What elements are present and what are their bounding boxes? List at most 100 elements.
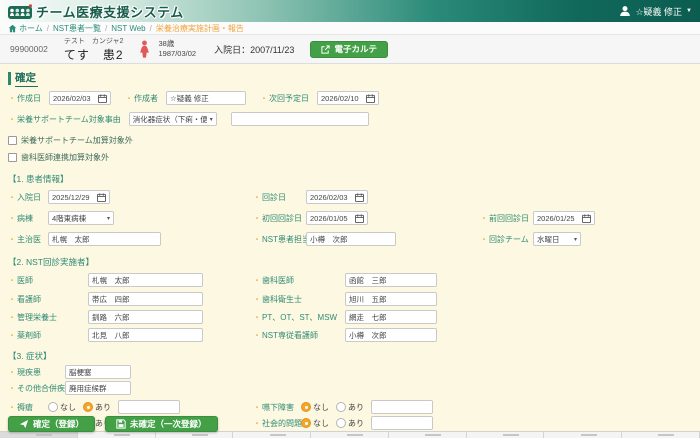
pharmacist-label: ・薬剤師 xyxy=(8,330,88,341)
current-disease-row: ・現疾患 脳梗塞 xyxy=(8,365,692,379)
nst-staff-label: ・NST患者担当者 xyxy=(253,234,306,245)
nurse-input[interactable]: 帯広 四郎 xyxy=(88,292,203,306)
title-bar: チーム医療支援システム ☆疑義 修正 ▼ xyxy=(0,0,700,22)
dental-hygienist-input[interactable]: 旭川 五郎 xyxy=(345,292,437,306)
pharmacist-input[interactable]: 北見 八郎 xyxy=(88,328,203,342)
social-problem-radio-none[interactable] xyxy=(301,418,311,428)
main-form: 確定 ・作成日 2026/02/03 ・作成者 ☆疑義 修正 ・次回予定日 20… xyxy=(0,72,700,430)
nst-reason-row: ・栄養サポートチーム対象事由 消化器症状（下痢・便秘等）の継続 ▾ xyxy=(8,112,692,126)
user-name: ☆疑義 修正 xyxy=(635,5,682,18)
patient-age: 38歳 xyxy=(159,39,197,49)
user-menu[interactable]: ☆疑義 修正 ▼ xyxy=(619,5,692,18)
patient-id: 99900002 xyxy=(10,44,48,54)
chevron-down-icon: ▾ xyxy=(210,116,213,123)
doctor-input[interactable]: 札幌 太郎 xyxy=(88,273,203,287)
social-problem-detail-input[interactable] xyxy=(371,416,433,430)
attending-doctor-input[interactable]: 札幌 太郎 xyxy=(48,232,161,246)
calendar-icon xyxy=(355,193,364,202)
patient-age-block: 38歳 1987/03/02 xyxy=(159,39,197,59)
app-window: チーム医療支援システム ☆疑義 修正 ▼ ホーム / NST患者一覧 / NST… xyxy=(0,0,700,438)
social-problem-radio-yes[interactable] xyxy=(336,418,346,428)
social-problem-label: ・社会的問題点 xyxy=(253,418,301,429)
dental-doctor-input[interactable]: 函館 三郎 xyxy=(345,273,437,287)
pressure-ulcer-radio-none[interactable] xyxy=(48,402,58,412)
pressure-ulcer-detail-input[interactable] xyxy=(118,400,180,414)
patient-name: てす 患2 xyxy=(64,46,124,63)
round-date-label: ・回診日 xyxy=(253,192,306,203)
calendar-icon xyxy=(355,214,364,223)
pressure-ulcer-radio-group: なし あり xyxy=(48,402,118,413)
table-strip-cell xyxy=(0,432,78,438)
section1-row2: ・病棟 4階東病棟 ▾ ・初回回診日 2026/01/05 ・前回回診日 202… xyxy=(8,211,692,225)
nst-reason-select[interactable]: 消化器症状（下痢・便秘等）の継続 ▾ xyxy=(129,112,217,126)
home-icon xyxy=(8,24,17,33)
table-strip-cell xyxy=(467,432,545,438)
swallowing-detail-input[interactable] xyxy=(371,400,433,414)
other-disease-label: ・その他合併疾患 xyxy=(8,383,65,394)
admission-date-label: ・入院日 xyxy=(8,192,48,203)
status-heading-text: 確定 xyxy=(15,70,38,87)
author-input[interactable]: ☆疑義 修正 xyxy=(166,91,246,105)
prev-round-label: ・前回回診日 xyxy=(480,213,533,224)
created-date-input[interactable]: 2026/02/03 xyxy=(49,91,111,105)
attending-doctor-label: ・主治医 xyxy=(8,234,48,245)
nst-staff-input[interactable]: 小樽 次郎 xyxy=(306,232,396,246)
swallowing-label: ・嚥下障害 xyxy=(253,402,301,413)
logo-mascot-icon xyxy=(8,4,32,19)
dental-hygienist-label: ・歯科衛生士 xyxy=(253,294,345,305)
therapist-input[interactable]: 網走 七郎 xyxy=(345,310,437,324)
status-heading: 確定 xyxy=(8,72,692,85)
doctor-label: ・医師 xyxy=(8,275,88,286)
breadcrumb-home[interactable]: ホーム xyxy=(8,23,43,34)
next-date-input[interactable]: 2026/02/10 xyxy=(317,91,379,105)
breadcrumb-nst-web[interactable]: NST Web xyxy=(111,24,145,33)
ward-select[interactable]: 4階東病棟 ▾ xyxy=(48,211,114,225)
social-problem-radio-group: なし あり xyxy=(301,418,371,429)
breadcrumb-separator: / xyxy=(105,24,107,33)
dietitian-label: ・管理栄養士 xyxy=(8,312,88,323)
nst-dedicated-nurse-input[interactable]: 小樽 次郎 xyxy=(345,328,437,342)
app-logo: チーム医療支援システム xyxy=(8,2,184,21)
first-round-input[interactable]: 2026/01/05 xyxy=(306,211,368,225)
therapist-label: ・PT、OT、ST、MSW xyxy=(253,312,345,323)
breadcrumb-nst-patient-list[interactable]: NST患者一覧 xyxy=(53,23,101,34)
ward-label: ・病棟 xyxy=(8,213,48,224)
checkbox-box xyxy=(8,136,17,145)
patient-admission-date: 入院日：2007/11/23 xyxy=(214,43,294,56)
calendar-icon xyxy=(582,214,591,223)
calendar-icon xyxy=(97,193,106,202)
breadcrumb: ホーム / NST患者一覧 / NST Web / 栄養治療実施計画・報告 xyxy=(0,22,700,35)
round-date-input[interactable]: 2026/02/03 xyxy=(306,190,368,204)
nurse-label: ・看護師 xyxy=(8,294,88,305)
table-strip-cell xyxy=(233,432,311,438)
cutoff-table-strip xyxy=(0,431,700,438)
paper-plane-icon xyxy=(19,419,29,429)
tentative-register-button[interactable]: 未確定（一次登録） xyxy=(105,416,218,432)
chevron-down-icon: ▼ xyxy=(686,8,692,14)
round-team-select[interactable]: 水曜日 ▾ xyxy=(533,232,581,246)
checkbox-dental-addition-exempt[interactable]: 歯科医師連携加算対象外 xyxy=(8,152,692,163)
confirm-register-button[interactable]: 確定（登録） xyxy=(8,416,95,432)
round-team-label: ・回診チーム xyxy=(480,234,533,245)
dietitian-input[interactable]: 釧路 六郎 xyxy=(88,310,203,324)
ehr-button[interactable]: 電子カルテ xyxy=(310,41,388,58)
external-link-icon xyxy=(321,45,330,54)
pressure-ulcer-radio-yes[interactable] xyxy=(83,402,93,412)
checkbox-nst-addition-exempt[interactable]: 栄養サポートチーム加算対象外 xyxy=(8,135,692,146)
patient-header: 99900002 テスト カンジャ2 てす 患2 38歳 1987/03/02 … xyxy=(0,35,700,64)
section3-title: 【3. 症状】 xyxy=(8,350,692,362)
first-round-label: ・初回回診日 xyxy=(253,213,306,224)
plan-meta-row: ・作成日 2026/02/03 ・作成者 ☆疑義 修正 ・次回予定日 2026/… xyxy=(8,91,692,105)
nst-reason-extra-input[interactable] xyxy=(231,112,369,126)
swallowing-radio-none[interactable] xyxy=(301,402,311,412)
section2-row2: ・看護師 帯広 四郎 ・歯科衛生士 旭川 五郎 xyxy=(8,292,692,306)
section2-row1: ・医師 札幌 太郎 ・歯科医師 函館 三郎 xyxy=(8,273,692,287)
section2-row3: ・管理栄養士 釧路 六郎 ・PT、OT、ST、MSW 網走 七郎 xyxy=(8,310,692,324)
other-disease-input[interactable]: 廃用症候群 xyxy=(65,381,131,395)
prev-round-input[interactable]: 2026/01/25 xyxy=(533,211,595,225)
nst-dedicated-nurse-label: ・NST専従看護師 xyxy=(253,330,345,341)
swallowing-radio-yes[interactable] xyxy=(336,402,346,412)
admission-date-input[interactable]: 2025/12/29 xyxy=(48,190,110,204)
current-disease-input[interactable]: 脳梗塞 xyxy=(65,365,131,379)
breadcrumb-current-page: 栄養治療実施計画・報告 xyxy=(156,23,244,34)
